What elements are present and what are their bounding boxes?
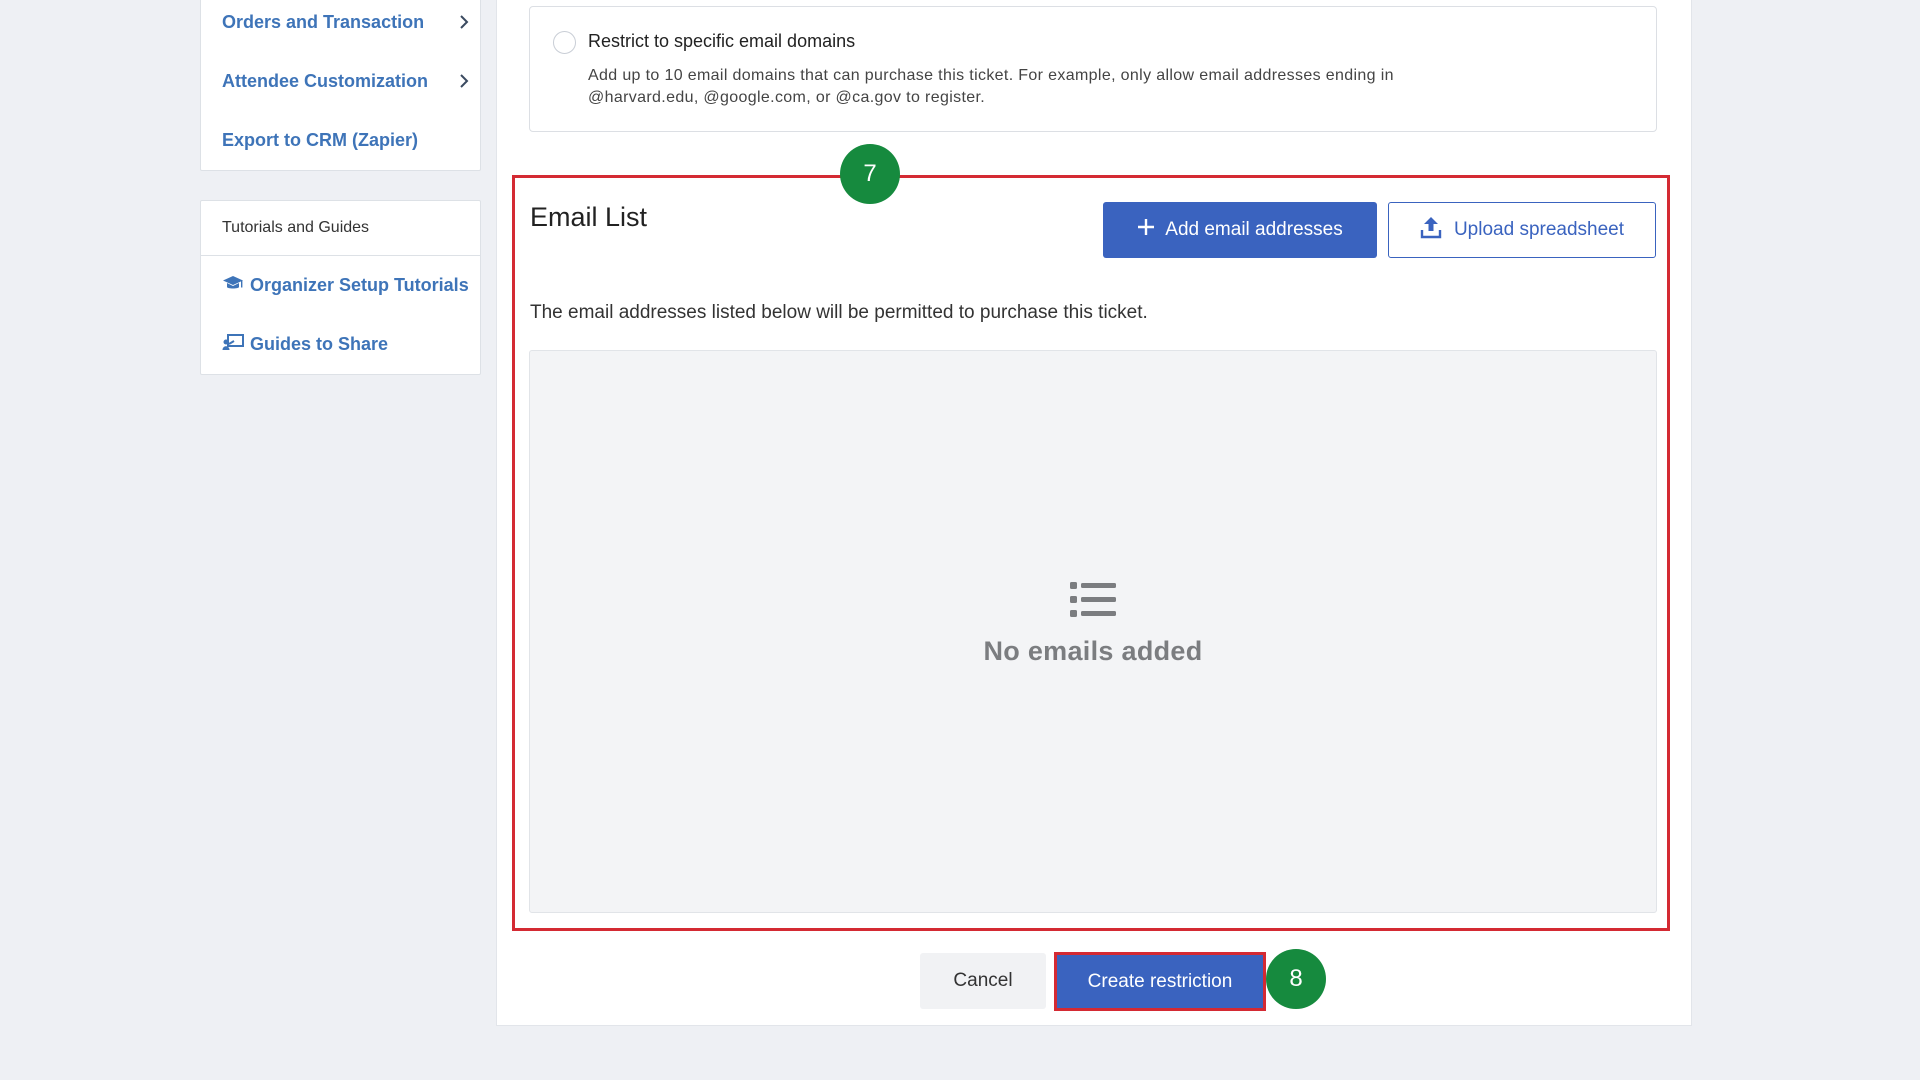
- organizer-setup-tutorials-link[interactable]: Organizer Setup Tutorials: [222, 270, 469, 300]
- create-restriction-button[interactable]: Create restriction: [1054, 952, 1266, 1011]
- plus-icon: [1137, 218, 1155, 242]
- empty-state-text: No emails added: [983, 636, 1203, 666]
- sidebar-item-label: Attendee Customization: [222, 70, 429, 91]
- domain-restriction-option: Restrict to specific email domains Add u…: [529, 6, 1657, 132]
- sidebar-item-orders-and-transaction[interactable]: Orders and Transaction: [222, 7, 474, 37]
- sidebar-item-label: Export to CRM (Zapier): [222, 129, 418, 150]
- domain-restriction-label: Restrict to specific email domains: [588, 31, 856, 51]
- upload-spreadsheet-button[interactable]: Upload spreadsheet: [1388, 202, 1656, 258]
- graduation-cap-icon: [222, 274, 244, 297]
- step-badge-7: 7: [840, 144, 900, 204]
- add-email-addresses-button[interactable]: Add email addresses: [1103, 202, 1377, 258]
- sidebar-item-attendee-customization[interactable]: Attendee Customization: [222, 66, 474, 96]
- page: Orders and Transaction Attendee Customiz…: [0, 0, 1920, 1080]
- upload-spreadsheet-label: Upload spreadsheet: [1453, 219, 1625, 240]
- domain-restriction-description: Add up to 10 email domains that can purc…: [588, 67, 1394, 106]
- step-badge-8: 8: [1266, 949, 1326, 1009]
- chevron-right-icon: [454, 12, 474, 32]
- email-list-description: The email addresses listed below will be…: [530, 302, 1148, 323]
- chevron-right-icon: [454, 71, 474, 91]
- tutorials-guides-card: Tutorials and Guides Organizer Setup Tut…: [200, 200, 481, 375]
- sidebar-item-export-to-crm[interactable]: Export to CRM (Zapier): [222, 125, 474, 155]
- email-list-title: Email List: [530, 202, 648, 232]
- guide-link-label: Organizer Setup Tutorials: [250, 274, 469, 295]
- tutorials-guides-heading: Tutorials and Guides: [201, 201, 480, 256]
- presentation-board-icon: [222, 333, 244, 356]
- upload-icon: [1420, 215, 1442, 245]
- cancel-button[interactable]: Cancel: [920, 953, 1046, 1009]
- sidebar-item-label: Orders and Transaction: [222, 11, 425, 32]
- email-list-empty-state: No emails added: [529, 350, 1657, 913]
- sidebar-nav-card: Orders and Transaction Attendee Customiz…: [200, 0, 481, 171]
- domain-restriction-radio[interactable]: [553, 31, 576, 54]
- guides-to-share-link[interactable]: Guides to Share: [222, 329, 388, 359]
- add-email-addresses-label: Add email addresses: [1165, 219, 1343, 240]
- list-icon: [1070, 581, 1116, 624]
- guide-link-label: Guides to Share: [250, 333, 389, 354]
